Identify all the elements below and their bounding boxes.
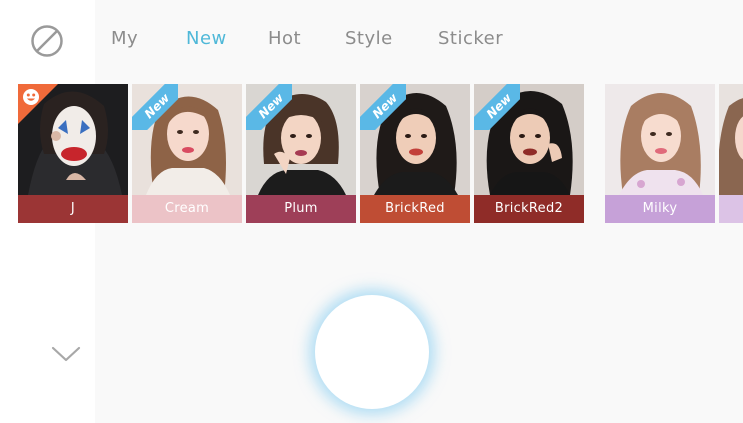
new-badge: New (246, 84, 292, 130)
tab-style[interactable]: Style (345, 28, 393, 49)
chevron-down-icon[interactable] (50, 343, 82, 365)
filter-category-tabs: My New Hot Style Sticker (0, 0, 743, 80)
filter-card-brickred[interactable]: New BrickRed (360, 84, 470, 223)
filter-card-cream[interactable]: New Cream (132, 84, 242, 223)
filter-thumbnail (605, 84, 715, 195)
filter-card-partial[interactable] (719, 84, 743, 223)
tab-sticker[interactable]: Sticker (438, 28, 503, 49)
filter-label: BrickRed2 (474, 195, 584, 223)
filter-card-milky[interactable]: Milky (605, 84, 715, 223)
filter-card-plum[interactable]: New Plum (246, 84, 356, 223)
filter-label: Cream (132, 195, 242, 223)
filter-label-partial (719, 195, 743, 223)
smiley-face-icon (23, 89, 39, 105)
tab-my[interactable]: My (111, 28, 138, 49)
filter-strip: J New Cream New Plum New BrickRed New Br… (0, 84, 743, 224)
new-badge: New (474, 84, 520, 130)
no-filter-icon[interactable] (30, 24, 64, 58)
tab-hot[interactable]: Hot (268, 28, 301, 49)
new-badge: New (360, 84, 406, 130)
filter-label: Milky (605, 195, 715, 223)
shutter-button[interactable] (315, 295, 429, 409)
new-badge: New (132, 84, 178, 130)
j-badge-corner (18, 84, 64, 130)
tab-new[interactable]: New (186, 28, 227, 49)
filter-label: Plum (246, 195, 356, 223)
filter-thumbnail (719, 84, 743, 195)
filter-card-j[interactable]: J (18, 84, 128, 223)
filter-label: BrickRed (360, 195, 470, 223)
filter-card-brickred2[interactable]: New BrickRed2 (474, 84, 584, 223)
filter-label: J (18, 195, 128, 223)
